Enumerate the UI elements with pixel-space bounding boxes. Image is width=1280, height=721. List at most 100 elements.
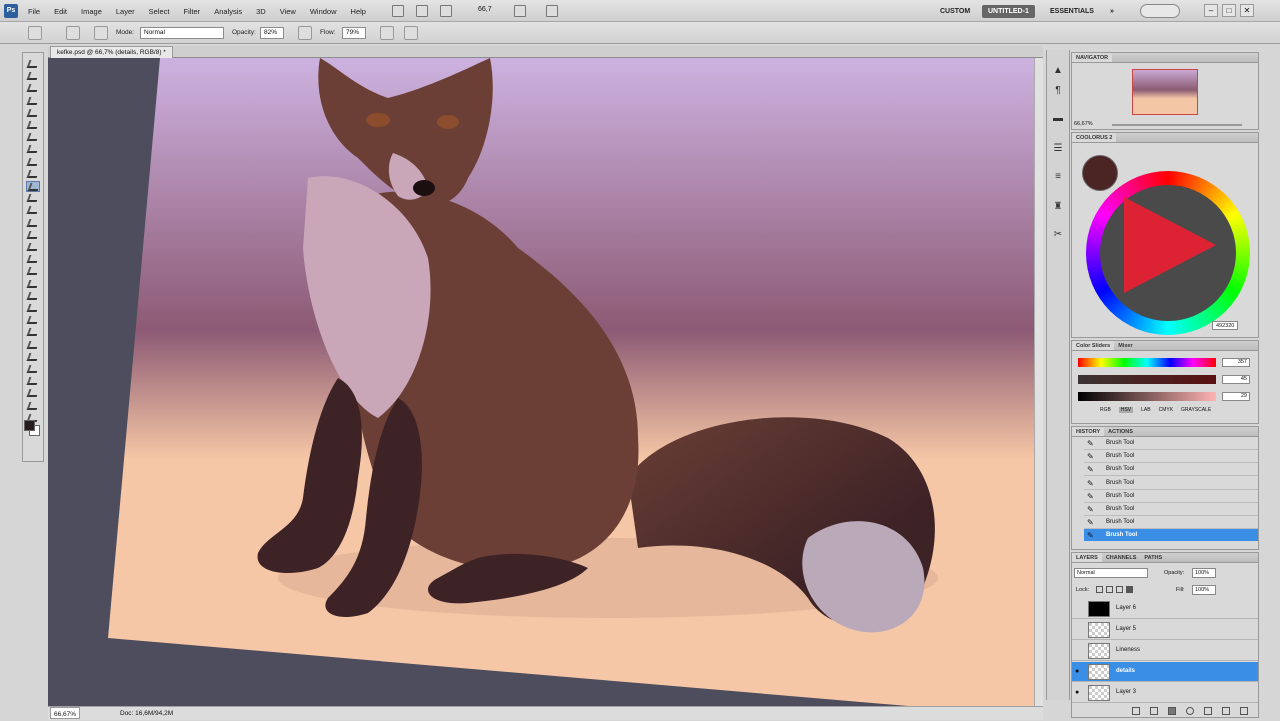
menu-filter[interactable]: Filter bbox=[184, 7, 201, 16]
layers-tab[interactable]: LAYERS bbox=[1072, 553, 1102, 562]
hex-field[interactable]: 492320 bbox=[1212, 321, 1239, 330]
tool-button[interactable] bbox=[26, 352, 40, 363]
lock-position-icon[interactable] bbox=[1116, 586, 1123, 593]
tool-button[interactable] bbox=[26, 242, 40, 253]
tool-button[interactable] bbox=[26, 157, 40, 168]
tool-button[interactable] bbox=[26, 279, 40, 290]
coolorus-tab[interactable]: COOLORUS 2 bbox=[1072, 133, 1117, 142]
menu-window[interactable]: Window bbox=[310, 7, 337, 16]
close-button[interactable]: ✕ bbox=[1240, 4, 1254, 17]
blend-mode-select[interactable]: Normal bbox=[1074, 568, 1148, 578]
layer-style-icon[interactable] bbox=[1150, 707, 1158, 715]
tool-button[interactable] bbox=[26, 388, 40, 399]
visibility-eye-icon[interactable] bbox=[1075, 647, 1083, 654]
history-item[interactable]: ✎ Brush Tool bbox=[1084, 490, 1258, 503]
tool-button[interactable] bbox=[26, 266, 40, 277]
lock-pixels-icon[interactable] bbox=[1106, 586, 1113, 593]
history-item[interactable]: ✎ Brush Tool bbox=[1084, 450, 1258, 464]
screen-mode-icon[interactable] bbox=[546, 5, 558, 17]
artwork-canvas[interactable] bbox=[48, 58, 1034, 706]
vertical-scrollbar[interactable] bbox=[1034, 58, 1043, 706]
menu-help[interactable]: Help bbox=[351, 7, 366, 16]
visibility-eye-icon[interactable]: ● bbox=[1075, 668, 1083, 675]
layer-row[interactable]: Layer 5 bbox=[1072, 620, 1258, 640]
history-item[interactable]: ✎ Brush Tool bbox=[1084, 437, 1258, 450]
color-sliders-tab[interactable]: Color Sliders bbox=[1072, 341, 1115, 350]
visibility-eye-icon[interactable] bbox=[1075, 626, 1083, 633]
tool-button[interactable] bbox=[26, 218, 40, 229]
more-workspaces-button[interactable]: » bbox=[1104, 5, 1120, 18]
saturation-slider[interactable] bbox=[1078, 375, 1216, 384]
tool-button[interactable] bbox=[26, 181, 41, 192]
hue-slider[interactable] bbox=[1078, 358, 1216, 367]
bridge-icon[interactable] bbox=[392, 5, 404, 17]
menu-image[interactable]: Image bbox=[81, 7, 102, 16]
tool-button[interactable] bbox=[26, 169, 40, 180]
lock-all-icon[interactable] bbox=[1126, 586, 1133, 593]
navigator-zoom-value[interactable]: 66,67% bbox=[1074, 121, 1093, 127]
history-tab[interactable]: HISTORY bbox=[1072, 427, 1105, 436]
history-item[interactable]: ✎ Brush Tool bbox=[1084, 463, 1258, 477]
history-item[interactable]: ✎ Brush Tool bbox=[1084, 516, 1258, 530]
cs-live-button[interactable] bbox=[1140, 4, 1180, 18]
value-value[interactable]: 29 bbox=[1222, 392, 1250, 401]
new-layer-icon[interactable] bbox=[1222, 707, 1230, 715]
current-color-swatch[interactable] bbox=[1082, 155, 1118, 191]
saturation-value[interactable]: 45 bbox=[1222, 375, 1250, 384]
pressure-opacity-icon[interactable] bbox=[298, 26, 312, 40]
document-tab[interactable]: kefke.psd @ 66,7% (details, RGB/8) * bbox=[50, 46, 173, 58]
menu-view[interactable]: View bbox=[280, 7, 296, 16]
model-grayscale[interactable]: GRAYSCALE bbox=[1181, 407, 1211, 413]
layer-row[interactable]: Layer 6 bbox=[1072, 599, 1258, 619]
visibility-eye-icon[interactable]: ● bbox=[1075, 689, 1083, 696]
maximize-button[interactable]: □ bbox=[1222, 4, 1236, 17]
tool-button[interactable] bbox=[26, 108, 40, 119]
layer-row[interactable]: ● Layer 3 bbox=[1072, 683, 1258, 703]
minimize-button[interactable]: – bbox=[1204, 4, 1218, 17]
tool-button[interactable] bbox=[26, 327, 40, 338]
menu-3d[interactable]: 3D bbox=[256, 7, 266, 16]
tool-button[interactable] bbox=[26, 96, 40, 107]
paths-tab[interactable]: PATHS bbox=[1140, 553, 1166, 562]
tool-button[interactable] bbox=[26, 132, 40, 143]
delete-layer-icon[interactable] bbox=[1240, 707, 1248, 715]
tool-button[interactable] bbox=[26, 193, 40, 204]
model-cmyk[interactable]: CMYK bbox=[1159, 407, 1173, 413]
tool-button[interactable] bbox=[26, 340, 40, 351]
model-lab[interactable]: LAB bbox=[1141, 407, 1150, 413]
visibility-eye-icon[interactable] bbox=[1075, 605, 1083, 612]
adjust-icon[interactable]: ≡ bbox=[1051, 170, 1065, 184]
navigator-zoom-slider[interactable] bbox=[1112, 124, 1242, 126]
menu-file[interactable]: File bbox=[28, 7, 40, 16]
layer-opacity-field[interactable]: 100% bbox=[1192, 568, 1216, 578]
model-rgb[interactable]: RGB bbox=[1100, 407, 1111, 413]
tool-button[interactable] bbox=[26, 376, 40, 387]
foreground-color-swatch[interactable] bbox=[24, 420, 35, 431]
mini-bridge-icon[interactable] bbox=[416, 5, 428, 17]
mode-select[interactable]: Normal bbox=[140, 27, 224, 39]
menu-analysis[interactable]: Analysis bbox=[214, 7, 242, 16]
model-hsv[interactable]: HSV bbox=[1118, 407, 1134, 413]
tool-button[interactable] bbox=[26, 364, 40, 375]
workspace-essentials[interactable]: ESSENTIALS bbox=[1044, 5, 1100, 18]
tool-button[interactable] bbox=[26, 254, 40, 265]
link-layers-icon[interactable] bbox=[1132, 707, 1140, 715]
tool-button[interactable] bbox=[26, 401, 40, 412]
workspace-custom[interactable]: CUSTOM bbox=[934, 5, 976, 18]
tool-button[interactable] bbox=[26, 303, 40, 314]
tool-button[interactable] bbox=[26, 120, 40, 131]
tool-preset-icon[interactable] bbox=[28, 26, 42, 40]
layer-row[interactable]: ● details bbox=[1072, 662, 1258, 682]
tool-button[interactable] bbox=[26, 315, 40, 326]
stamp-icon[interactable]: ♜ bbox=[1051, 200, 1065, 214]
layer-mask-icon[interactable] bbox=[1168, 707, 1176, 715]
lock-transparency-icon[interactable] bbox=[1096, 586, 1103, 593]
paragraph-icon[interactable]: ¶ bbox=[1051, 84, 1065, 98]
channels-tab[interactable]: CHANNELS bbox=[1102, 553, 1141, 562]
fill-field[interactable]: 100% bbox=[1192, 585, 1216, 595]
tool-button[interactable] bbox=[26, 71, 40, 82]
tool-button[interactable] bbox=[26, 144, 40, 155]
hue-value[interactable]: 357 bbox=[1222, 358, 1250, 367]
tool-button[interactable] bbox=[26, 291, 40, 302]
airbrush-icon[interactable] bbox=[380, 26, 394, 40]
